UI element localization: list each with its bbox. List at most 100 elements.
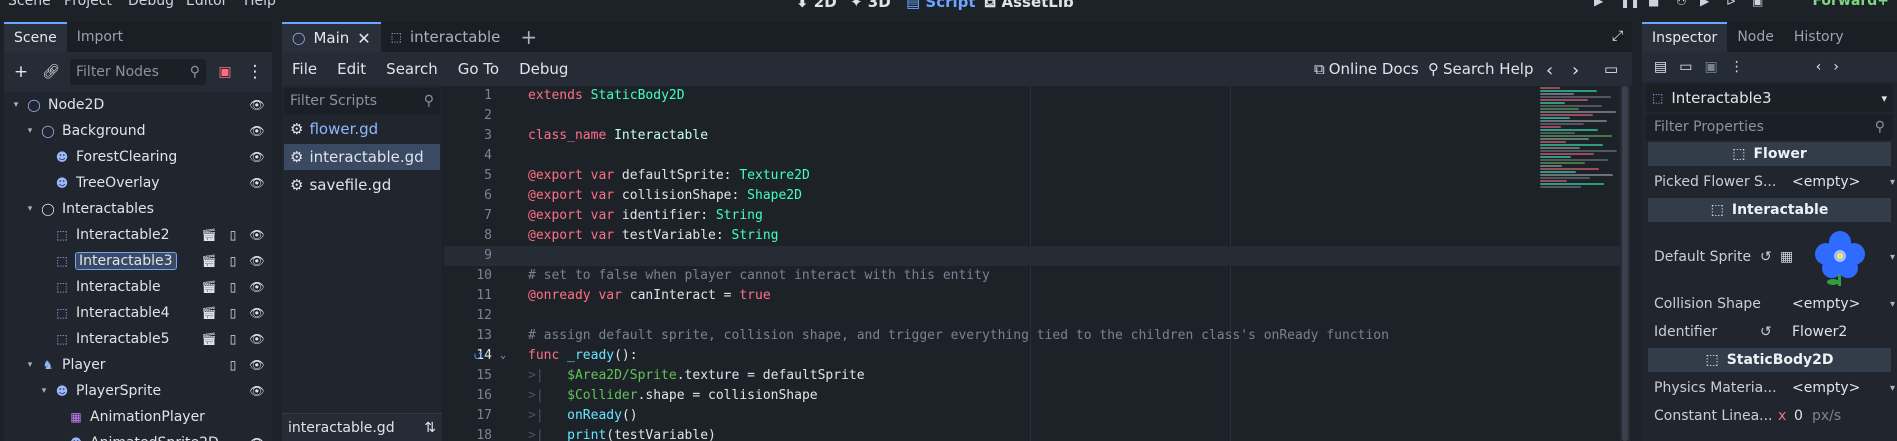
code-editor[interactable]: 1 extends StaticBody2D 2 3 class_name Intera…	[444, 86, 1624, 441]
property-row[interactable]: Constant Linea... x 0 px/s	[1642, 402, 1897, 430]
visibility-eye-icon[interactable]: 👁︎	[249, 228, 264, 242]
script-icon[interactable]: ▯	[226, 358, 240, 372]
property-value[interactable]: <empty>	[1792, 174, 1860, 190]
clapperboard-icon[interactable]: 🎬︎	[201, 280, 216, 294]
tree-node-interactable5[interactable]: ⬚ Interactable5 🎬︎ ▯ 👁︎	[4, 326, 272, 352]
visibility-eye-icon[interactable]: 👁︎	[249, 124, 264, 138]
tree-node-interactable[interactable]: ⬚ Interactable 🎬︎ ▯ 👁︎	[4, 274, 272, 300]
scrollbar-thumb[interactable]	[1622, 86, 1628, 441]
search-help-button[interactable]: ⚲ Search Help	[1428, 60, 1534, 78]
more-options-icon[interactable]: ⋮	[1730, 59, 1744, 75]
play-scene-icon[interactable]: ▶	[1700, 0, 1714, 8]
menu-search[interactable]: Search	[376, 60, 448, 78]
visibility-eye-icon[interactable]: 👁︎	[249, 306, 264, 320]
new-resource-icon[interactable]: ▤	[1654, 59, 1667, 75]
script-icon[interactable]: ▯	[226, 332, 240, 346]
filter-scripts-input[interactable]: Filter Scripts ⚲	[284, 88, 440, 114]
code-line[interactable]: 3 class_name Interactable	[444, 126, 1624, 146]
history-back-icon[interactable]: ‹	[1816, 59, 1822, 75]
script-list-item[interactable]: ⚙ flower.gd	[284, 116, 440, 142]
chevron-down-icon[interactable]: ▾	[1890, 299, 1895, 310]
property-row[interactable]: Default Sprite ↺ ▦ ▾	[1642, 224, 1897, 290]
tree-node-background[interactable]: ▾ ◯ Background 👁︎	[4, 118, 272, 144]
tab-node[interactable]: Node	[1727, 22, 1784, 52]
renderer-selector[interactable]: Forward+	[1812, 0, 1889, 9]
chevron-down-icon[interactable]: ▾	[1890, 252, 1895, 263]
tab-import[interactable]: Import	[67, 22, 133, 52]
filter-properties-input[interactable]: Filter Properties ⚲	[1646, 114, 1893, 140]
history-forward-icon[interactable]: ›	[1572, 60, 1579, 81]
visibility-eye-icon[interactable]: 👁︎	[249, 436, 264, 441]
add-node-icon[interactable]: +	[10, 61, 32, 83]
play-icon[interactable]: ▶	[1594, 0, 1608, 8]
menu-help[interactable]: Help	[244, 0, 276, 9]
property-value[interactable]: 0	[1794, 408, 1803, 424]
code-line[interactable]: 1 extends StaticBody2D	[444, 86, 1624, 106]
menu-editor[interactable]: Editor	[186, 0, 227, 9]
code-minimap[interactable]	[1540, 86, 1624, 226]
menu-project[interactable]: Project	[64, 0, 112, 9]
tree-node-treeoverlay[interactable]: ☻ TreeOverlay 👁︎	[4, 170, 272, 196]
menu-edit[interactable]: Edit	[327, 60, 376, 78]
override-method-icon[interactable]: ⮍	[474, 346, 483, 366]
more-options-icon[interactable]: ⋮	[244, 61, 266, 83]
tree-node-interactable3[interactable]: ⬚ Interactable3 🎬︎ ▯ 👁︎	[4, 248, 272, 274]
save-resource-icon[interactable]: ▣	[1704, 59, 1717, 75]
code-line[interactable]: 18 >| print(testVariable)	[444, 426, 1624, 441]
code-line[interactable]: 6 @export var collisionShape: Shape2D	[444, 186, 1624, 206]
script-list-item[interactable]: ⚙ savefile.gd	[284, 172, 440, 198]
code-line[interactable]: 16 >| $Collider.shape = collisionShape	[444, 386, 1624, 406]
expand-arrow-icon[interactable]: ▾	[24, 204, 36, 214]
play-custom-icon[interactable]: ⊳	[1726, 0, 1740, 8]
clapperboard-icon[interactable]: 🎬︎	[201, 254, 216, 268]
script-icon[interactable]: ▯	[226, 254, 240, 268]
stop-icon[interactable]: ■	[1648, 0, 1662, 8]
remote-debug-icon[interactable]: ⚇	[1676, 0, 1690, 8]
visibility-eye-icon[interactable]: 👁︎	[249, 384, 264, 398]
open-resource-icon[interactable]: ▭	[1679, 59, 1692, 75]
inspector-section-flower[interactable]: ⬚ Flower	[1648, 142, 1891, 166]
visibility-eye-icon[interactable]: 👁︎	[249, 98, 264, 112]
property-value[interactable]: <empty>	[1792, 380, 1860, 396]
code-line[interactable]: 7 @export var identifier: String	[444, 206, 1624, 226]
visibility-eye-icon[interactable]: 👁︎	[249, 332, 264, 346]
tree-node-player[interactable]: ▾ ♞ Player ▯ 👁︎	[4, 352, 272, 378]
inspected-object-selector[interactable]: ⬚ Interactable3 ▾	[1646, 84, 1893, 112]
inspector-section-interactable[interactable]: ⬚ Interactable	[1648, 198, 1891, 222]
visibility-eye-icon[interactable]: 👁︎	[249, 150, 264, 164]
movie-maker-icon[interactable]: ▣	[1752, 0, 1766, 8]
code-line[interactable]: 10 # set to false when player cannot inte…	[444, 266, 1624, 286]
script-icon[interactable]: ▯	[226, 306, 240, 320]
code-line[interactable]: 11 @onready var canInteract = true	[444, 286, 1624, 306]
float-window-icon[interactable]: ▭	[1604, 60, 1618, 78]
tree-node-interactable2[interactable]: ⬚ Interactable2 🎬︎ ▯ 👁︎	[4, 222, 272, 248]
tree-node-animationplayer[interactable]: ▦ AnimationPlayer	[4, 404, 272, 430]
code-line[interactable]: 2	[444, 106, 1624, 126]
link-icon[interactable]: 🔗︎	[40, 61, 62, 83]
tree-node-interactables[interactable]: ▾ ◯ Interactables	[4, 196, 272, 222]
code-line[interactable]: 17 >| onReady()	[444, 406, 1624, 426]
inspector-section-staticbody2d[interactable]: ⬚ StaticBody2D	[1648, 348, 1891, 372]
workspace-script-button[interactable]: ▤ Script	[906, 0, 976, 11]
tab-scene[interactable]: Scene	[4, 22, 67, 52]
menu-debug[interactable]: Debug	[128, 0, 174, 9]
filter-nodes-input[interactable]: Filter Nodes ⚲	[70, 59, 206, 85]
checker-icon[interactable]: ▦	[1780, 249, 1793, 265]
script-icon[interactable]: ▯	[226, 228, 240, 242]
code-line[interactable]: 14 ⮍ ⌄ func _ready():	[444, 346, 1624, 366]
menu-debug-script[interactable]: Debug	[509, 60, 578, 78]
code-line[interactable]: 12	[444, 306, 1624, 326]
property-row[interactable]: Collision Shape <empty> ▾	[1642, 290, 1897, 318]
code-line[interactable]: 9	[444, 246, 1624, 266]
code-line[interactable]: 4	[444, 146, 1624, 166]
expand-arrow-icon[interactable]: ▾	[10, 100, 22, 110]
tab-main[interactable]: ◯ Main ✕	[282, 22, 381, 52]
code-line[interactable]: 8 @export var testVariable: String	[444, 226, 1624, 246]
tab-inspector[interactable]: Inspector	[1642, 22, 1728, 52]
code-line[interactable]: 13 # assign default sprite, collision sha…	[444, 326, 1624, 346]
expand-arrow-icon[interactable]: ▾	[24, 360, 36, 370]
expand-arrow-icon[interactable]: ▾	[38, 386, 50, 396]
script-icon[interactable]: ▯	[226, 280, 240, 294]
menu-scene[interactable]: Scene	[8, 0, 51, 9]
clapperboard-icon[interactable]: 🎬︎	[201, 228, 216, 242]
